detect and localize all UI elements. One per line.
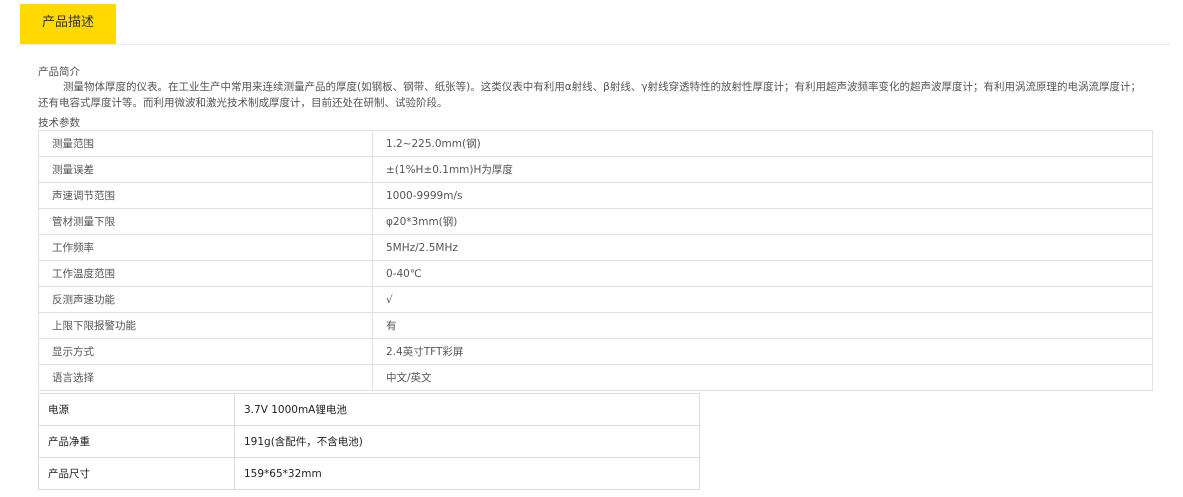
spec-name: 工作温度范围	[38, 260, 373, 287]
intro-text: 测量物体厚度的仪表。在工业生产中常用来连续测量产品的厚度(如钢板、钢带、纸张等)…	[38, 81, 1142, 109]
spec-value: 1000-9999m/s	[372, 182, 1153, 209]
table-row: 显示方式 2.4英寸TFT彩屏	[38, 338, 1153, 365]
spec-value: 中文/英文	[372, 364, 1153, 391]
table-row: 测量范围 1.2~225.0mm(钢)	[38, 130, 1153, 157]
spec-name: 声速调节范围	[38, 182, 373, 209]
spec-value: 2.4英寸TFT彩屏	[372, 338, 1153, 365]
spec-name: 产品净重	[38, 425, 235, 458]
spec-name: 产品尺寸	[38, 457, 235, 490]
spec-value: 1.2~225.0mm(钢)	[372, 130, 1153, 157]
spec-value: φ20*3mm(钢)	[372, 208, 1153, 235]
spec-name: 上限下限报警功能	[38, 312, 373, 339]
spec-value: √	[372, 286, 1153, 313]
table-row: 电源 3.7V 1000mA锂电池	[38, 393, 700, 426]
spec-value: 5MHz/2.5MHz	[372, 234, 1153, 261]
table-row: 测量误差 ±(1%H±0.1mm)H为厚度	[38, 156, 1153, 183]
spec-value: 有	[372, 312, 1153, 339]
tab-product-description[interactable]: 产品描述	[20, 4, 116, 44]
spec-name: 显示方式	[38, 338, 373, 365]
spec-value: ±(1%H±0.1mm)H为厚度	[372, 156, 1153, 183]
table-row: 产品尺寸 159*65*32mm	[38, 457, 700, 490]
table-row: 声速调节范围 1000-9999m/s	[38, 182, 1153, 209]
spec-value: 0-40℃	[372, 260, 1153, 287]
tab-bar: 产品描述	[20, 4, 1170, 45]
spec-name: 语言选择	[38, 364, 373, 391]
spec-value: 159*65*32mm	[234, 457, 700, 490]
spec-name: 电源	[38, 393, 235, 426]
spec-name: 工作频率	[38, 234, 373, 261]
spec-value: 3.7V 1000mA锂电池	[234, 393, 700, 426]
spec-name: 测量范围	[38, 130, 373, 157]
table-row: 工作温度范围 0-40℃	[38, 260, 1153, 287]
table-row: 工作频率 5MHz/2.5MHz	[38, 234, 1153, 261]
table-row: 语言选择 中文/英文	[38, 364, 1153, 391]
table-row: 反测声速功能 √	[38, 286, 1153, 313]
spec-name: 反测声速功能	[38, 286, 373, 313]
spec-table: 测量范围 1.2~225.0mm(钢) 测量误差 ±(1%H±0.1mm)H为厚度 …	[38, 130, 1153, 391]
params-heading: 技术参数	[38, 117, 80, 129]
extra-spec-table: 电源 3.7V 1000mA锂电池 产品净重 191g(含配件，不含电池) 产品尺寸…	[38, 393, 700, 490]
intro-heading: 产品简介	[38, 66, 80, 78]
spec-name: 管材测量下限	[38, 208, 373, 235]
spec-value: 191g(含配件，不含电池)	[234, 425, 700, 458]
table-row: 管材测量下限 φ20*3mm(钢)	[38, 208, 1153, 235]
spec-name: 测量误差	[38, 156, 373, 183]
table-row: 上限下限报警功能有	[38, 312, 1153, 339]
table-row: 产品净重 191g(含配件，不含电池)	[38, 425, 700, 458]
